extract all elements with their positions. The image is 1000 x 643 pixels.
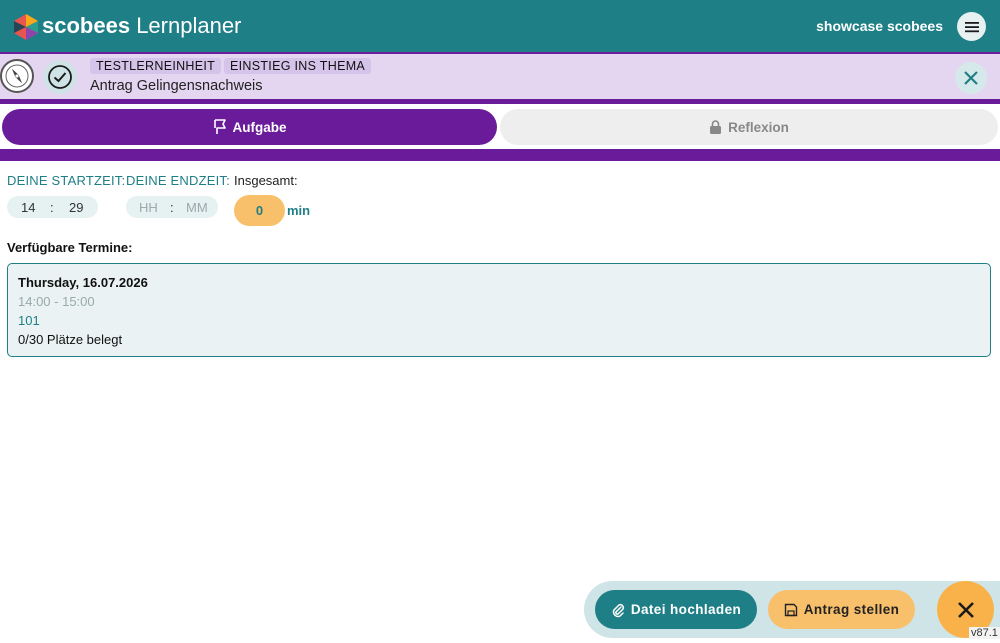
appointment-seats: 0/30 Plätze belegt [18,332,123,347]
upload-file-button[interactable]: Datei hochladen [595,590,757,629]
tabs-band: Aufgabe Reflexion [0,99,1000,161]
hamburger-menu-icon [964,21,979,32]
close-context-button[interactable] [955,62,987,94]
close-icon [964,71,978,85]
menu-button[interactable] [957,12,986,41]
version-label: v87.1 [969,627,1000,639]
check-circle-icon[interactable] [43,60,77,94]
start-time-input[interactable]: 14 : 29 [7,196,98,218]
end-time-label: DEINE ENDZEIT: [126,173,230,188]
tab-reflexion[interactable]: Reflexion [500,109,998,145]
appointment-time: 14:00 - 15:00 [18,294,95,309]
appointment-room: 101 [18,313,40,328]
time-separator: : [170,199,174,215]
end-time-input[interactable]: HH : MM [126,196,218,218]
total-minutes-unit: min [287,203,311,218]
close-icon [957,601,974,618]
scobees-logo-icon [14,14,38,40]
start-minutes-field[interactable]: 29 [69,200,83,215]
end-minutes-field[interactable]: MM [186,200,208,215]
time-separator: : [50,199,54,215]
upload-file-label: Datei hochladen [630,602,742,617]
lock-icon [710,119,722,134]
total-label: Insgesamt: [234,173,298,188]
appointment-card[interactable]: Thursday, 16.07.2026 14:00 - 15:00 101 0… [7,263,991,357]
tab-reflexion-label: Reflexion [728,119,789,135]
breadcrumb-unit[interactable]: TESTLERNEINHEIT [90,58,222,74]
end-hours-field[interactable]: HH [139,200,158,215]
appointment-date: Thursday, 16.07.2026 [18,275,148,290]
app-header: scobees Lernplaner showcase scobees [0,0,1000,52]
brand-name[interactable]: scobees Lernplaner [42,13,241,39]
tab-aufgabe-label: Aufgabe [232,119,287,135]
start-time-label: DEINE STARTZEIT: [7,173,126,188]
total-minutes-value: 0 [234,195,285,226]
main-content: DEINE STARTZEIT: DEINE ENDZEIT: Insgesam… [0,161,1000,643]
page-title: Antrag Gelingensnachweis [90,78,263,94]
compass-icon[interactable] [0,59,34,93]
user-name[interactable]: showcase scobees [816,18,943,34]
available-dates-label: Verfügbare Termine: [7,240,133,255]
context-bar: TESTLERNEINHEIT EINSTIEG INS THEMA Antra… [0,52,1000,99]
save-icon [784,603,797,616]
flag-icon [213,119,226,134]
breadcrumb-topic[interactable]: EINSTIEG INS THEMA [224,58,372,74]
submit-request-label: Antrag stellen [803,602,900,617]
paperclip-icon [612,603,624,617]
tab-aufgabe[interactable]: Aufgabe [2,109,497,145]
start-hours-field[interactable]: 14 [21,200,35,215]
submit-request-button[interactable]: Antrag stellen [768,590,915,629]
